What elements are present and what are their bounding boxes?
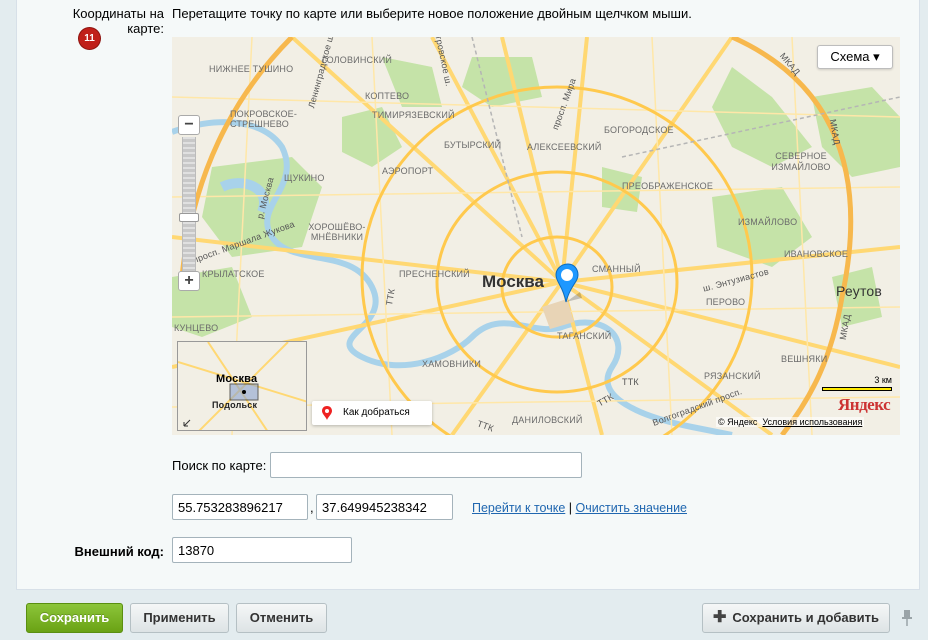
route-button[interactable]: Как добраться — [312, 401, 432, 425]
longitude-input[interactable] — [316, 494, 453, 520]
district-label: ВЕШНЯКИ — [781, 354, 828, 364]
yandex-map[interactable]: ГОЛОВИНСКИЙ НИЖНЕЕ ТУШИНО КОПТЕВО ТИМИРЯ… — [172, 37, 900, 435]
district-label: ПОКРОВСКОЕ-СТРЕШНЕВО — [230, 109, 298, 129]
district-label: БОГОРОДСКОЕ — [604, 125, 674, 135]
location-marker-icon[interactable] — [554, 262, 588, 304]
map-scale: 3 км — [820, 375, 894, 391]
district-label: ХОРОШЁВО-МНЁВНИКИ — [308, 222, 366, 242]
zoom-slider[interactable] — [182, 137, 196, 271]
minimap-base — [178, 342, 306, 430]
district-label: ПРЕОБРАЖЕНСКОЕ — [622, 181, 714, 191]
district-label: АЛЕКСЕЕВСКИЙ — [527, 142, 602, 152]
road-label: ТТК — [622, 377, 639, 387]
save-button[interactable]: Сохранить — [26, 603, 123, 633]
pin-icon[interactable] — [900, 609, 914, 627]
reutov-label: Реутов — [836, 283, 883, 299]
district-label: КОПТЕВО — [365, 91, 410, 101]
district-label: ИЗМАЙЛОВО — [738, 217, 798, 227]
zoom-in-button[interactable]: + — [178, 271, 200, 291]
external-code-input[interactable] — [172, 537, 352, 563]
district-label: КРЫЛАТСКОЕ — [202, 269, 265, 279]
district-label: ТИМИРЯЗЕВСКИЙ — [372, 110, 455, 120]
external-code-label: Внешний код: — [74, 544, 164, 559]
map-copyright: © Яндекс Условия использования — [716, 417, 865, 427]
search-label: Поиск по карте: — [172, 458, 267, 473]
district-label: АЭРОПОРТ — [382, 166, 434, 176]
minimap-podolsk-label: Подольск — [212, 400, 258, 410]
district-label: СМАННЫЙ — [592, 264, 641, 274]
district-label: ДАНИЛОВСКИЙ — [512, 415, 583, 425]
city-label: Москва — [482, 272, 544, 291]
map-type-button[interactable]: Схема ▾ — [817, 45, 893, 69]
clear-value-link[interactable]: Очистить значение — [576, 501, 688, 515]
save-and-add-label: Сохранить и добавить — [732, 610, 880, 625]
district-label: БУТЫРСКИЙ — [444, 140, 502, 150]
goto-point-link[interactable]: Перейти к точке — [472, 501, 565, 515]
yandex-logo[interactable]: Яндекс — [838, 395, 891, 415]
scale-bar — [822, 387, 892, 391]
district-label: ТАГАНСКИЙ — [557, 331, 612, 341]
save-and-add-button[interactable]: ✚ Сохранить и добавить — [702, 603, 890, 633]
apply-button[interactable]: Применить — [130, 603, 229, 633]
zoom-control: − + — [178, 115, 202, 293]
route-button-label: Как добраться — [343, 407, 410, 418]
cancel-button[interactable]: Отменить — [236, 603, 327, 633]
scale-label: 3 км — [874, 375, 892, 385]
district-label: ЩУКИНО — [284, 173, 325, 183]
latitude-input[interactable] — [172, 494, 308, 520]
plus-icon: ✚ — [712, 609, 727, 626]
zoom-out-button[interactable]: − — [178, 115, 200, 135]
map-search-input[interactable] — [270, 452, 582, 478]
map-hint: Перетащите точку по карте или выберите н… — [172, 6, 692, 21]
route-pin-icon — [322, 406, 332, 420]
district-label: РЯЗАНСКИЙ — [704, 371, 761, 381]
coords-separator: , — [310, 500, 314, 515]
district-label: КУНЦЕВО — [174, 323, 219, 333]
minimap-city-label: Москва — [216, 373, 258, 385]
link-separator: | — [568, 501, 573, 515]
district-label: ПРЕСНЕНСКИЙ — [399, 269, 470, 279]
zoom-slider-thumb[interactable] — [179, 213, 199, 222]
terms-link[interactable]: Условия использования — [762, 417, 862, 427]
district-label: ГОЛОВИНСКИЙ — [322, 55, 393, 65]
copyright-text: © Яндекс — [718, 417, 758, 427]
coord-links: Перейти к точке | Очистить значение — [472, 501, 687, 515]
district-label: ИВАНОВСКОЕ — [784, 249, 849, 259]
district-label: ПЕРОВО — [706, 297, 746, 307]
minimap[interactable]: Москва Подольск — [177, 341, 307, 431]
district-label: СЕВЕРНОЕ ИЗМАЙЛОВО — [771, 151, 831, 172]
notification-badge: 11 — [79, 28, 100, 49]
district-label: НИЖНЕЕ ТУШИНО — [209, 64, 294, 74]
district-label: ХАМОВНИКИ — [422, 359, 481, 369]
coords-label: Координаты на карте: — [72, 6, 164, 36]
